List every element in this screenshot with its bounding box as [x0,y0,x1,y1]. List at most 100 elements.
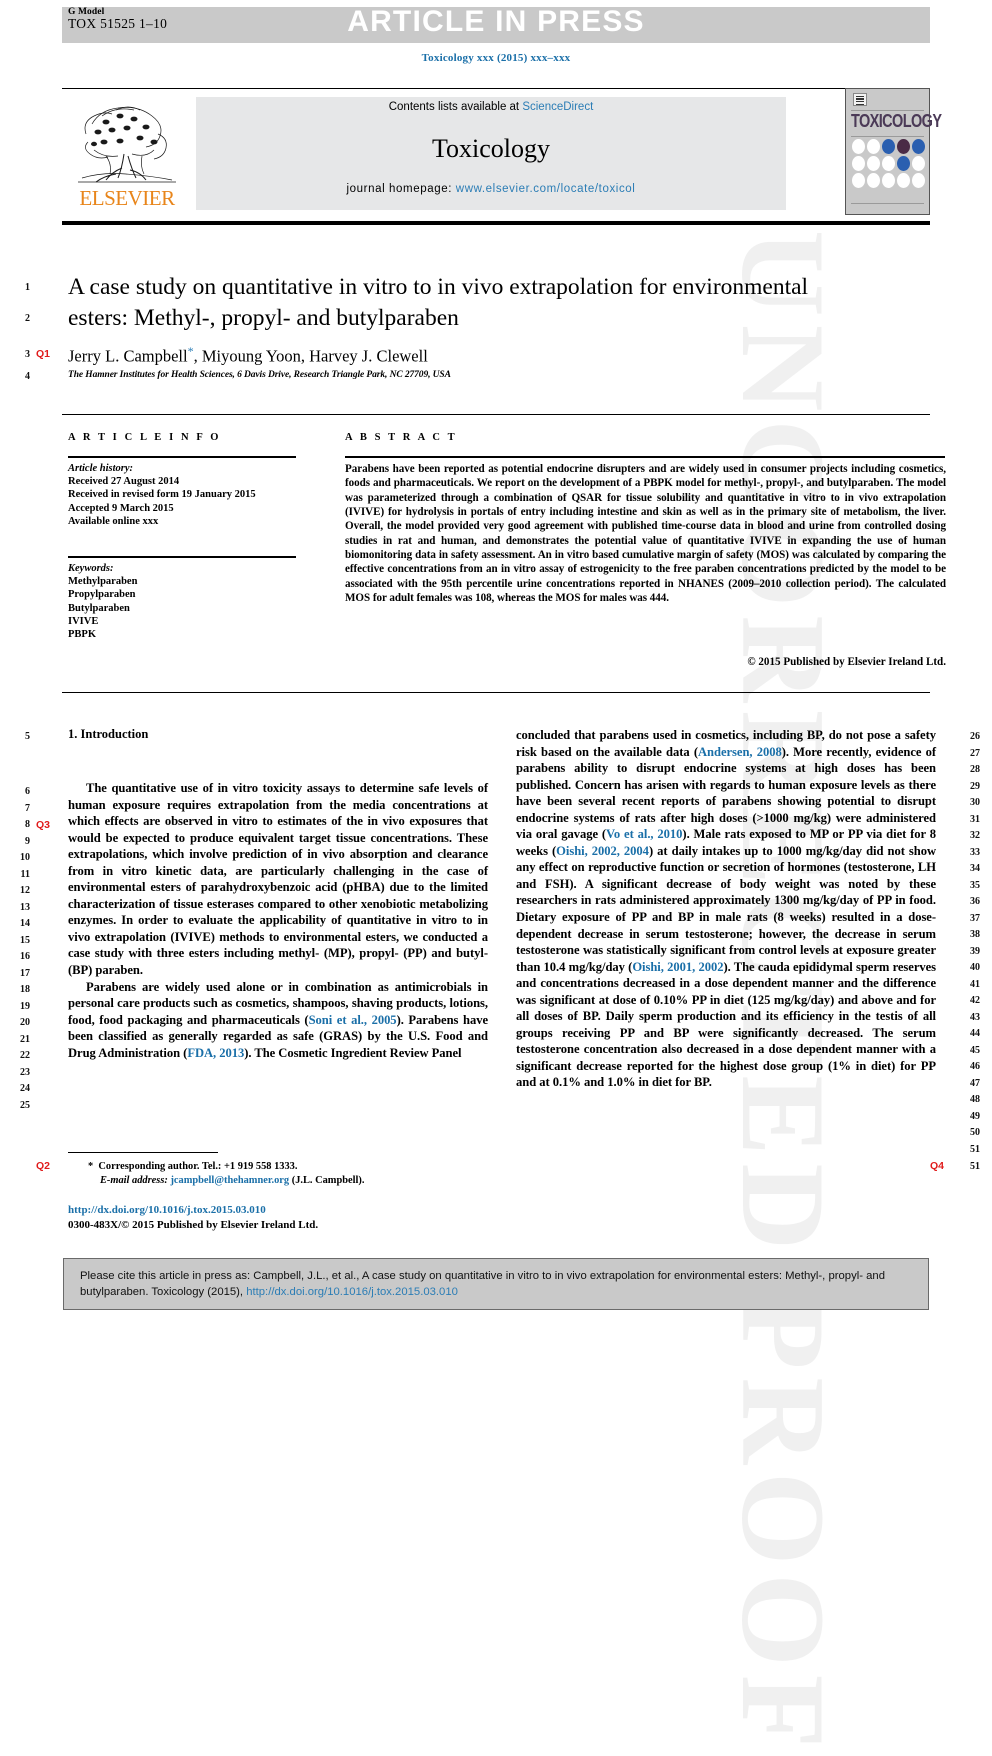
line-number: 15 [20,935,30,946]
line-number: 49 [970,1111,980,1122]
line-number: 37 [970,913,980,924]
section-title-introduction: 1. Introduction [68,727,149,741]
line-number: 23 [20,1067,30,1078]
keywords-label: Keywords: [68,563,114,574]
citation-link[interactable]: Vo et al., 2010 [606,827,682,841]
line-number: 6 [25,786,30,797]
journal-reference: Toxicology xxx (2015) xxx–xxx [421,52,571,64]
query-tag-q3[interactable]: Q3 [36,819,50,831]
keyword-item: Propylparaben [68,589,136,601]
line-number: 31 [970,814,980,825]
elsevier-wordmark: ELSEVIER [79,186,175,210]
elsevier-logo: ELSEVIER [68,94,186,212]
line-number: 16 [20,951,30,962]
history-item: Accepted 9 March 2015 [68,502,174,514]
line-number: 22 [20,1050,30,1061]
line-number: 11 [20,869,30,880]
keyword-item: IVIVE [68,615,99,627]
line-number: 35 [970,880,980,891]
abstract-section-bottom-rule [62,692,930,693]
keywords-rule [68,556,296,558]
article-info-rule [68,456,296,458]
journal-title: Toxicology [431,134,551,163]
journal-cover-thumbnail: TOXICOLOGY [845,88,942,215]
citation-link[interactable]: Oishi, 2001, 2002 [632,960,723,974]
line-number: 48 [970,1094,980,1105]
citation-link[interactable]: Oishi, 2002, 2004 [556,844,649,858]
keyword-item: Butylparaben [68,602,130,614]
footnote-marker: * [88,1161,94,1172]
query-tag-q2[interactable]: Q2 [36,1160,50,1172]
line-number: 12 [20,885,30,896]
line-number: 32 [970,830,980,841]
affiliation: The Hamner Institutes for Health Science… [68,370,451,380]
paragraph-part: ). The cauda epididymal sperm reserves a… [516,959,937,1090]
doi-link[interactable]: http://dx.doi.org/10.1016/j.tox.2015.03.… [68,1204,266,1216]
line-number: 34 [970,863,980,874]
line-number: 19 [20,1001,30,1012]
line-number: 51 [970,1161,980,1172]
line-number: 14 [20,918,30,929]
journal-homepage-link[interactable]: www.elsevier.com/locate/toxicol [456,183,636,195]
abstract-rule [345,456,945,458]
paragraph: Parabens are widely used alone or in com… [68,979,488,1062]
line-number: 13 [20,902,30,913]
line-number: 47 [970,1078,980,1089]
line-number: 3 [25,349,30,360]
paragraph-part: ). The Cosmetic Ingredient Review Panel [244,1045,462,1060]
line-number: 27 [970,748,980,759]
line-number: 20 [20,1017,30,1028]
left-body-column: The quantitative use of in vitro toxicit… [68,780,488,1061]
line-number: 24 [20,1083,30,1094]
line-number: 18 [20,984,30,995]
abstract-text: Parabens have been reported as potential… [345,463,946,605]
info-section-top-rule [62,414,930,415]
line-number: 25 [20,1100,30,1111]
citation-link[interactable]: Soni et al., 2005 [309,1013,397,1027]
paragraph: concluded that parabens used in cosmetic… [516,727,936,1091]
right-body-column: concluded that parabens used in cosmetic… [516,727,936,1091]
citation-link[interactable]: FDA, 2013 [187,1046,244,1060]
line-number: 40 [970,962,980,973]
line-number: 7 [25,803,30,814]
author-first: Jerry L. Campbell [68,346,188,366]
cover-journal-title: TOXICOLOGY [851,112,942,132]
keywords-block: Keywords: Methylparaben Propylparaben Bu… [68,562,300,641]
query-tag-q1[interactable]: Q1 [36,348,50,360]
masthead-bottom-rule [62,221,930,225]
paragraph: The quantitative use of in vitro toxicit… [68,781,488,978]
citation-link[interactable]: Andersen, 2008 [698,745,782,759]
query-tag-q4[interactable]: Q4 [930,1160,944,1172]
cover-stamp-icon [853,93,867,106]
email-note: E-mail address: jcampbell@thehamner.org … [88,1174,488,1188]
line-number: 43 [970,1012,980,1023]
cover-dot-grid [852,139,925,190]
page-title: A case study on quantitative in vitro to… [68,274,809,331]
email-link[interactable]: jcampbell@thehamner.org [170,1175,289,1186]
article-in-press-text: ARTICLE IN PRESS [347,5,645,38]
homepage-prefix: journal homepage: [346,183,456,195]
masthead-top-rule [62,88,930,89]
article-history-block: Article history: Received 27 August 2014… [68,462,300,528]
line-number: 30 [970,797,980,808]
article-history-label: Article history: [68,463,134,474]
history-item: Available online xxx [68,515,159,527]
footnote-block: * Corresponding author. Tel.: +1 919 558… [88,1160,488,1188]
author-list: Jerry L. Campbell*, Miyoung Yoon, Harvey… [68,344,828,367]
history-item: Received 27 August 2014 [68,476,180,488]
abstract-copyright: © 2015 Published by Elsevier Ireland Ltd… [747,656,946,668]
line-number: 45 [970,1045,980,1056]
line-number: 4 [25,371,30,382]
line-number: 33 [970,847,980,858]
history-item: Received in revised form 19 January 2015 [68,489,256,501]
line-number: 8 [25,819,30,830]
line-number: 46 [970,1061,980,1072]
cite-doi-link[interactable]: http://dx.doi.org/10.1016/j.tox.2015.03.… [246,1286,458,1298]
sciencedirect-link[interactable]: ScienceDirect [522,101,593,113]
line-number: 51 [970,1144,980,1155]
journal-homepage-line: journal homepage: www.elsevier.com/locat… [196,183,786,195]
line-number: 1 [25,282,30,293]
line-number: 39 [970,946,980,957]
line-number: 36 [970,896,980,907]
line-number: 42 [970,995,980,1006]
